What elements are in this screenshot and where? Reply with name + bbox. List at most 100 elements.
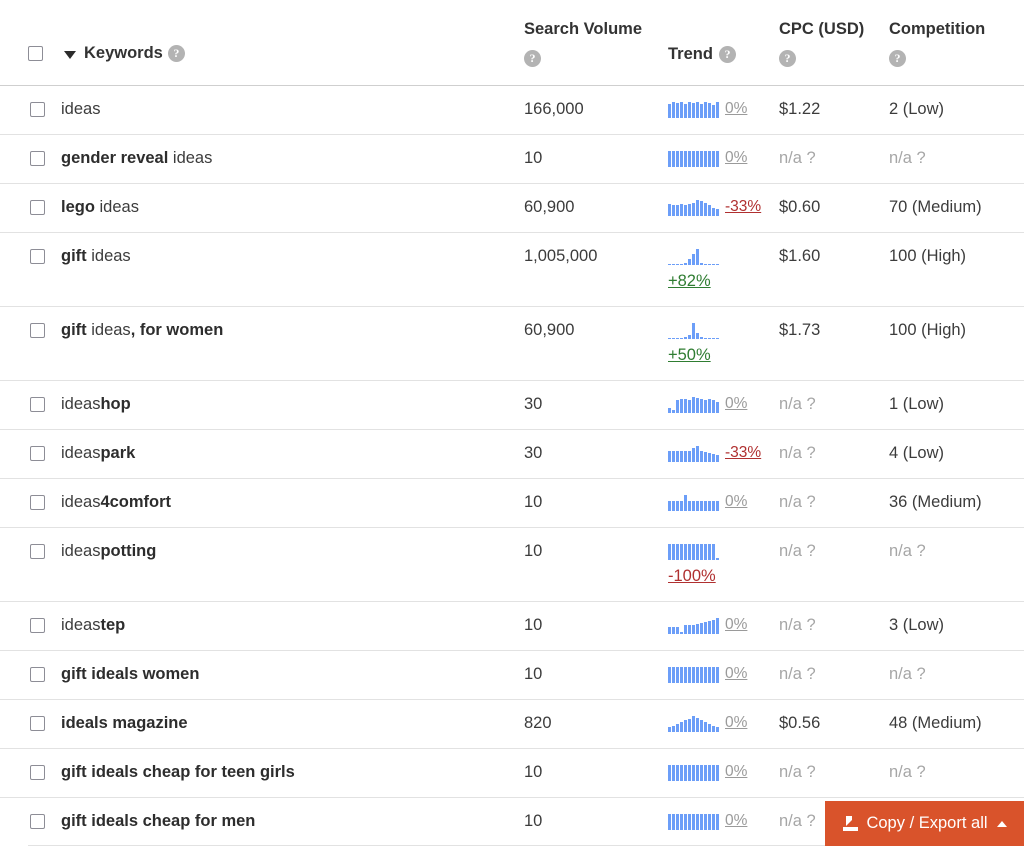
trend-percent[interactable]: 0% xyxy=(725,615,747,634)
table-row[interactable]: ideas166,0000%$1.222 (Low) xyxy=(0,85,1024,134)
row-checkbox-cell[interactable] xyxy=(30,151,45,166)
help-icon-competition[interactable]: ? xyxy=(889,50,906,67)
row-checkbox-cell[interactable] xyxy=(30,102,45,117)
trend-sparkline xyxy=(668,811,720,830)
sparkline-bar xyxy=(668,501,671,511)
help-icon-keywords[interactable]: ? xyxy=(168,45,185,62)
sparkline-bar xyxy=(692,814,695,830)
sparkline-bar xyxy=(688,765,691,781)
trend-percent[interactable]: -33% xyxy=(725,197,761,216)
row-checkbox[interactable] xyxy=(30,814,45,829)
row-checkbox[interactable] xyxy=(30,102,45,117)
keyword-text: ideas xyxy=(61,542,100,560)
trend-percent[interactable]: -33% xyxy=(725,443,761,462)
table-row[interactable]: gift ideas, for women60,900+50%$1.73100 … xyxy=(0,306,1024,380)
column-header-keywords[interactable]: Keywords ? xyxy=(64,44,185,63)
table-row[interactable]: gift ideals cheap for teen girls100%n/a … xyxy=(0,748,1024,797)
row-checkbox[interactable] xyxy=(30,446,45,461)
column-header-competition[interactable]: Competition xyxy=(889,20,985,39)
copy-export-all-button[interactable]: Copy / Export all xyxy=(825,801,1024,846)
trend-percent[interactable]: 0% xyxy=(725,664,747,683)
table-row[interactable]: ideaspark30-33%n/a ?4 (Low) xyxy=(0,429,1024,478)
sparkline-bar xyxy=(712,105,715,118)
table-row[interactable]: ideastep100%n/a ?3 (Low) xyxy=(0,601,1024,650)
keyword-cell[interactable]: gift ideals cheap for teen girls xyxy=(61,763,295,782)
row-checkbox[interactable] xyxy=(30,667,45,682)
row-checkbox[interactable] xyxy=(30,716,45,731)
row-checkbox[interactable] xyxy=(30,200,45,215)
keyword-cell[interactable]: gift ideals women xyxy=(61,665,199,684)
table-row[interactable]: ideaspotting10-100%n/a ?n/a ? xyxy=(0,527,1024,601)
table-row[interactable]: gift ideals women100%n/a ?n/a ? xyxy=(0,650,1024,699)
row-checkbox[interactable] xyxy=(30,249,45,264)
table-row[interactable]: ideals magazine8200%$0.5648 (Medium) xyxy=(0,699,1024,748)
row-checkbox-cell[interactable] xyxy=(30,249,45,264)
row-checkbox-cell[interactable] xyxy=(30,200,45,215)
sparkline-bar xyxy=(676,338,679,339)
row-checkbox[interactable] xyxy=(30,323,45,338)
row-checkbox-cell[interactable] xyxy=(30,495,45,510)
keyword-cell[interactable]: gift ideas, for women xyxy=(61,321,223,340)
keyword-cell[interactable]: ideastep xyxy=(61,616,125,635)
trend-percent[interactable]: +50% xyxy=(668,346,711,365)
trend-percent[interactable]: +82% xyxy=(668,272,711,291)
row-checkbox[interactable] xyxy=(30,495,45,510)
keyword-cell[interactable]: lego ideas xyxy=(61,198,139,217)
column-header-trend[interactable]: Trend ? xyxy=(668,45,736,64)
trend-cell: +82% xyxy=(668,246,720,291)
trend-percent[interactable]: -100% xyxy=(668,567,716,586)
keyword-cell[interactable]: ideaspotting xyxy=(61,542,156,561)
row-checkbox[interactable] xyxy=(30,397,45,412)
sparkline-bar xyxy=(704,400,707,413)
row-checkbox[interactable] xyxy=(30,151,45,166)
trend-percent[interactable]: 0% xyxy=(725,394,747,413)
row-checkbox-cell[interactable] xyxy=(30,814,45,829)
keyword-cell[interactable]: gender reveal ideas xyxy=(61,149,212,168)
column-header-cpc[interactable]: CPC (USD) xyxy=(779,20,864,39)
row-checkbox-cell[interactable] xyxy=(30,667,45,682)
keyword-match-text: , for women xyxy=(131,321,224,339)
sort-descending-icon[interactable] xyxy=(64,51,76,59)
sparkline-bar xyxy=(712,338,715,339)
keyword-cell[interactable]: gift ideals cheap for men xyxy=(61,812,255,831)
sparkline-bar xyxy=(712,765,715,781)
sparkline-bar xyxy=(672,451,675,462)
table-row[interactable]: gender reveal ideas100%n/a ?n/a ? xyxy=(0,134,1024,183)
trend-percent[interactable]: 0% xyxy=(725,762,747,781)
row-checkbox[interactable] xyxy=(30,765,45,780)
row-checkbox-cell[interactable] xyxy=(30,765,45,780)
trend-percent[interactable]: 0% xyxy=(725,99,747,118)
trend-percent[interactable]: 0% xyxy=(725,492,747,511)
table-row[interactable]: ideas4comfort100%n/a ?36 (Medium) xyxy=(0,478,1024,527)
keyword-cell[interactable]: ideashop xyxy=(61,395,131,414)
keyword-cell[interactable]: ideaspark xyxy=(61,444,135,463)
table-row[interactable]: gift ideas1,005,000+82%$1.60100 (High) xyxy=(0,232,1024,306)
row-checkbox-cell[interactable] xyxy=(30,397,45,412)
keyword-cell[interactable]: ideals magazine xyxy=(61,714,188,733)
help-icon-trend[interactable]: ? xyxy=(719,46,736,63)
keyword-cell[interactable]: ideas4comfort xyxy=(61,493,171,512)
sparkline-bar xyxy=(708,103,711,118)
row-checkbox-cell[interactable] xyxy=(30,446,45,461)
select-all-checkbox-cell[interactable] xyxy=(28,46,43,61)
trend-percent[interactable]: 0% xyxy=(725,811,747,830)
keyword-cell[interactable]: ideas xyxy=(61,100,100,119)
help-icon-cpc[interactable]: ? xyxy=(779,50,796,67)
row-checkbox-cell[interactable] xyxy=(30,618,45,633)
table-row[interactable]: lego ideas60,900-33%$0.6070 (Medium) xyxy=(0,183,1024,232)
help-icon-search-volume[interactable]: ? xyxy=(524,50,541,67)
row-checkbox[interactable] xyxy=(30,618,45,633)
table-row[interactable]: ideashop300%n/a ?1 (Low) xyxy=(0,380,1024,429)
trend-percent[interactable]: 0% xyxy=(725,713,747,732)
row-checkbox[interactable] xyxy=(30,544,45,559)
sparkline-bar xyxy=(700,151,703,167)
trend-wrapper: -33% xyxy=(668,197,761,216)
sparkline-bar xyxy=(680,667,683,683)
row-checkbox-cell[interactable] xyxy=(30,716,45,731)
row-checkbox-cell[interactable] xyxy=(30,323,45,338)
select-all-checkbox[interactable] xyxy=(28,46,43,61)
trend-percent[interactable]: 0% xyxy=(725,148,747,167)
keyword-cell[interactable]: gift ideas xyxy=(61,247,131,266)
row-checkbox-cell[interactable] xyxy=(30,544,45,559)
column-header-search-volume[interactable]: Search Volume xyxy=(524,20,642,39)
